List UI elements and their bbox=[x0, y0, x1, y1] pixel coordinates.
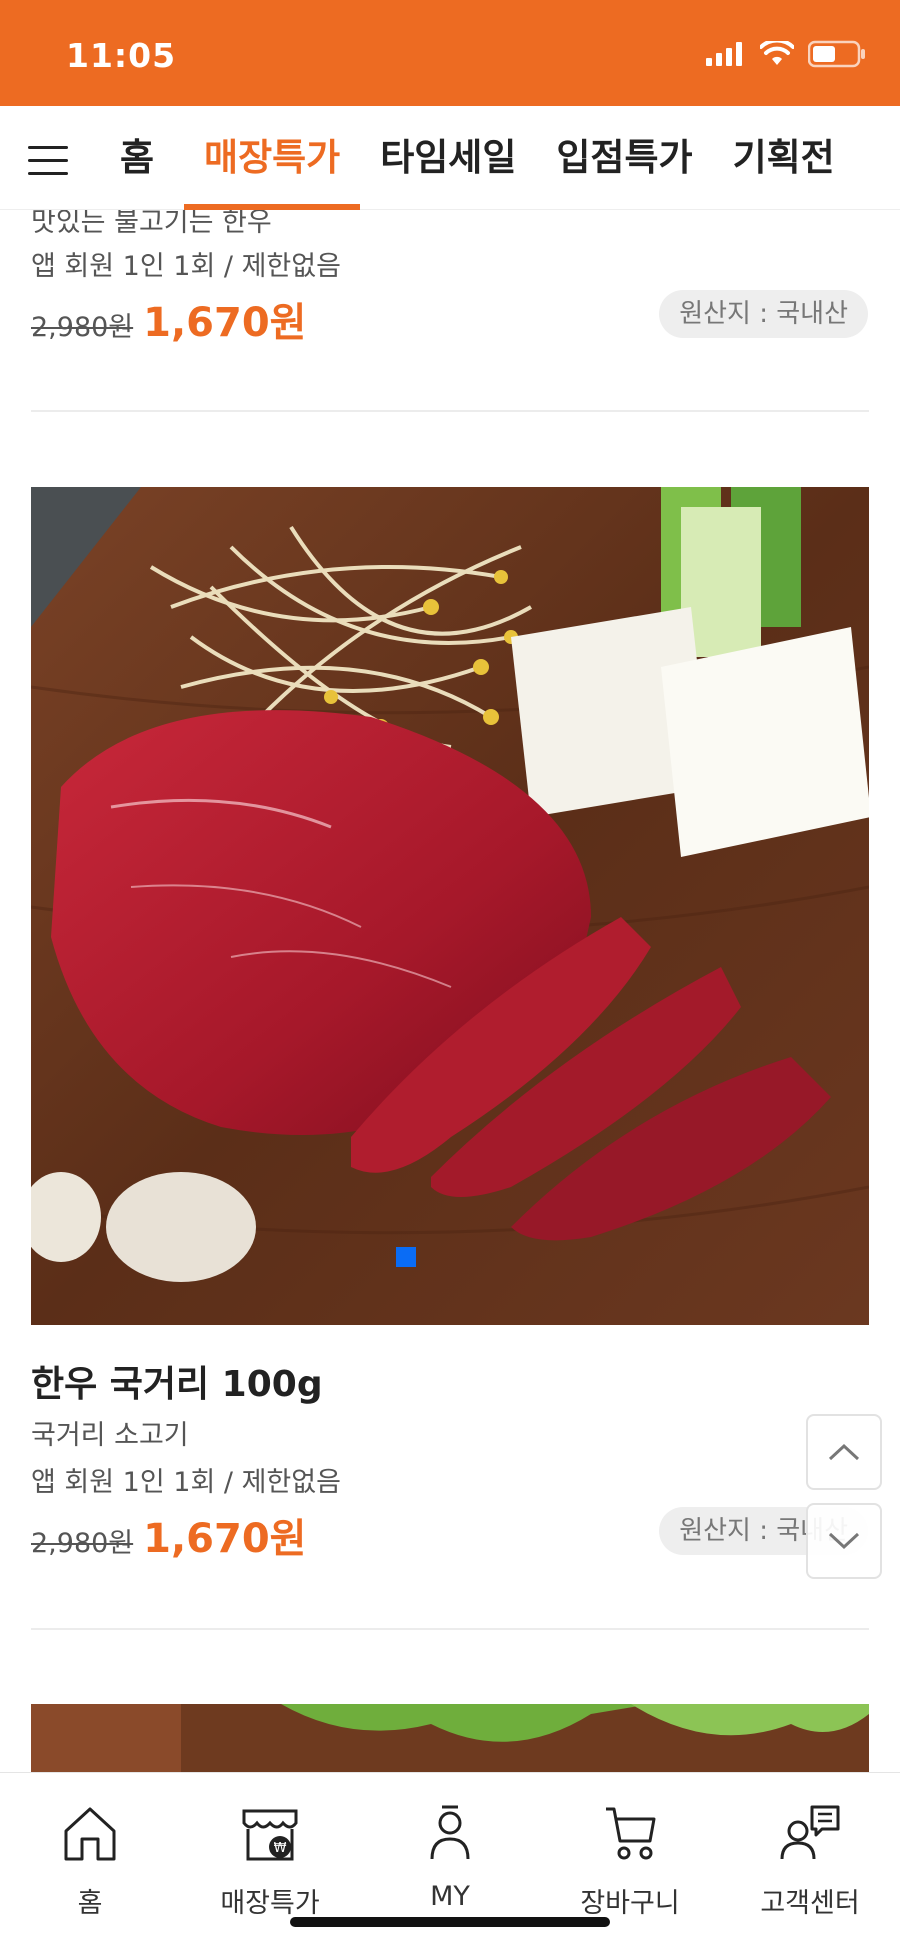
origin-badge: 원산지 : 국내산 bbox=[659, 290, 868, 338]
price-row: 2,980원 1,670원 bbox=[31, 290, 306, 348]
bottom-nav-home[interactable]: 홈 bbox=[0, 1773, 180, 1923]
home-indicator bbox=[290, 1917, 610, 1927]
original-price: 2,980원 bbox=[31, 312, 134, 343]
next-product-photo bbox=[31, 1704, 869, 1772]
product-list: 맛있는 불고기는 한우 앱 회원 1인 1회 / 제한없음 2,980원 1,6… bbox=[0, 210, 900, 1772]
product-image[interactable] bbox=[31, 487, 869, 1325]
bottom-nav-my[interactable]: MY bbox=[360, 1773, 540, 1923]
bottom-nav-store-special[interactable]: ₩ 매장특가 bbox=[180, 1773, 360, 1923]
bottom-nav-label: 홈 bbox=[77, 1888, 103, 1919]
product-limit: 앱 회원 1인 1회 / 제한없음 bbox=[31, 251, 341, 282]
bottom-nav-support[interactable]: 고객센터 bbox=[720, 1773, 900, 1923]
scroll-down-button[interactable] bbox=[806, 1503, 882, 1579]
divider bbox=[31, 410, 869, 412]
wifi-icon bbox=[760, 41, 794, 65]
product-limit: 앱 회원 1인 1회 / 제한없음 bbox=[31, 1467, 341, 1498]
bottom-nav-cart[interactable]: 장바구니 bbox=[540, 1773, 720, 1923]
product-title[interactable]: 한우 국거리 100g bbox=[31, 1355, 323, 1407]
menu-icon[interactable] bbox=[28, 140, 68, 180]
svg-text:₩: ₩ bbox=[274, 1841, 287, 1856]
store-icon: ₩ bbox=[242, 1809, 298, 1861]
nav-tabs: 홈 매장특가 타임세일 입점특가 기획전 bbox=[90, 106, 855, 210]
status-icons bbox=[706, 40, 866, 68]
sale-price: 1,670원 bbox=[143, 300, 307, 346]
status-bar: 11:05 bbox=[0, 0, 900, 106]
user-icon bbox=[430, 1805, 470, 1860]
product-image[interactable] bbox=[31, 1704, 869, 1772]
status-time: 11:05 bbox=[66, 36, 177, 75]
product-description: 맛있는 불고기는 한우 bbox=[31, 210, 272, 238]
price-row: 2,980원 1,670원 bbox=[31, 1506, 306, 1564]
chevron-up-icon bbox=[828, 1443, 860, 1461]
divider bbox=[31, 1628, 869, 1630]
scroll-up-button[interactable] bbox=[806, 1414, 882, 1490]
battery-icon bbox=[808, 40, 865, 68]
sale-price: 1,670원 bbox=[143, 1516, 307, 1562]
tab-vendor-special[interactable]: 입점특가 bbox=[536, 106, 712, 210]
home-icon bbox=[64, 1807, 116, 1861]
tab-time-sale[interactable]: 타임세일 bbox=[360, 106, 536, 210]
top-nav: 홈 매장특가 타임세일 입점특가 기획전 bbox=[0, 106, 900, 210]
bottom-nav-label: 장바구니 bbox=[580, 1888, 680, 1919]
bottom-nav-label: 고객센터 bbox=[760, 1888, 860, 1919]
signal-icon bbox=[706, 42, 742, 66]
tab-promotion[interactable]: 기획전 bbox=[713, 106, 855, 210]
product-description: 국거리 소고기 bbox=[31, 1420, 189, 1451]
tab-store-special[interactable]: 매장특가 bbox=[184, 106, 361, 210]
bottom-nav-label: 매장특가 bbox=[220, 1888, 320, 1919]
cart-icon bbox=[606, 1807, 656, 1860]
support-icon bbox=[780, 1805, 840, 1860]
beef-photo bbox=[31, 487, 869, 1325]
tab-home[interactable]: 홈 bbox=[90, 106, 184, 210]
chevron-down-icon bbox=[828, 1532, 860, 1550]
bottom-nav-label: MY bbox=[430, 1881, 470, 1912]
original-price: 2,980원 bbox=[31, 1528, 134, 1559]
